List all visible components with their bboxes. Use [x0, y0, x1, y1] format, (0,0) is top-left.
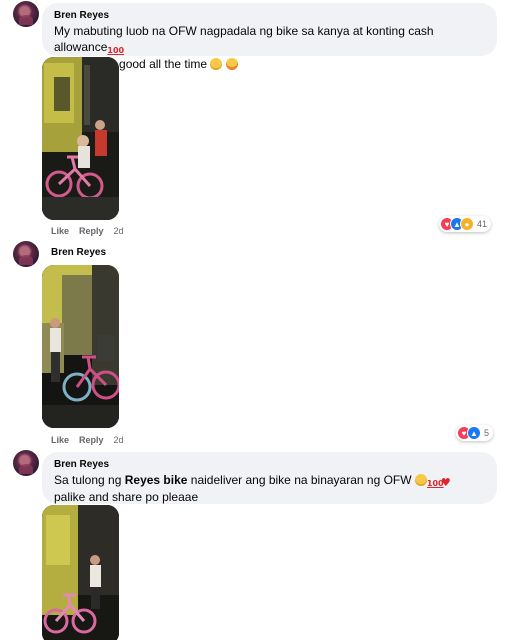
comment-photo[interactable] — [42, 265, 119, 428]
reaction-summary[interactable]: ♥ ▲ 5 — [456, 425, 494, 441]
photo-bike-delivery — [42, 265, 119, 428]
photo-bike-delivery — [42, 505, 119, 640]
reply-link[interactable]: Reply — [79, 226, 104, 236]
care-reaction-icon: ● — [460, 217, 474, 231]
comment-bubble: Bren Reyes Sa tulong ng Reyes bike naide… — [42, 452, 497, 504]
comment-author[interactable]: Bren Reyes — [54, 458, 485, 472]
reaction-summary[interactable]: ♥ ▲ ● 41 — [439, 216, 492, 232]
comment-actions: Like Reply 2d — [51, 226, 124, 236]
avatar[interactable] — [13, 1, 39, 27]
hundred-emoji: 100 — [107, 46, 125, 55]
reaction-count: 41 — [477, 219, 488, 229]
like-reaction-icon: ▲ — [467, 426, 481, 440]
hugging-face-emoji — [225, 58, 238, 70]
comment-bubble: Bren Reyes My mabuting luob na OFW nagpa… — [42, 3, 497, 72]
comment-timestamp[interactable]: 2d — [114, 226, 124, 236]
hundred-emoji: 100 — [426, 479, 444, 488]
comment-author[interactable]: Bren Reyes — [51, 246, 106, 260]
comment-author[interactable]: Bren Reyes — [54, 9, 485, 23]
photo-bike-delivery — [42, 57, 119, 220]
comment-text-part: naideliver ang bike na binayaran ng OFW — [187, 473, 415, 487]
comment-text-part: palike and share po pleaae — [54, 490, 199, 504]
comment-timestamp[interactable]: 2d — [114, 435, 124, 445]
comment-photo[interactable] — [42, 505, 119, 640]
comment-text: Sa tulong ng Reyes bike naideliver ang b… — [54, 472, 485, 505]
smiling-face-emoji — [210, 58, 223, 70]
avatar[interactable] — [13, 450, 39, 476]
avatar[interactable] — [13, 241, 39, 267]
reply-link[interactable]: Reply — [79, 435, 104, 445]
tagged-page-link[interactable]: Reyes bike — [125, 473, 188, 487]
comment-text-part: Sa tulong ng — [54, 473, 125, 487]
smiling-face-emoji — [414, 474, 427, 486]
like-link[interactable]: Like — [51, 435, 69, 445]
heart-emoji: ♥ — [440, 476, 451, 489]
comment-actions: Like Reply 2d — [51, 435, 124, 445]
comment-photo[interactable] — [42, 57, 119, 220]
like-link[interactable]: Like — [51, 226, 69, 236]
reaction-count: 5 — [484, 428, 490, 438]
comment-text: My mabuting luob na OFW nagpadala ng bik… — [54, 23, 485, 72]
